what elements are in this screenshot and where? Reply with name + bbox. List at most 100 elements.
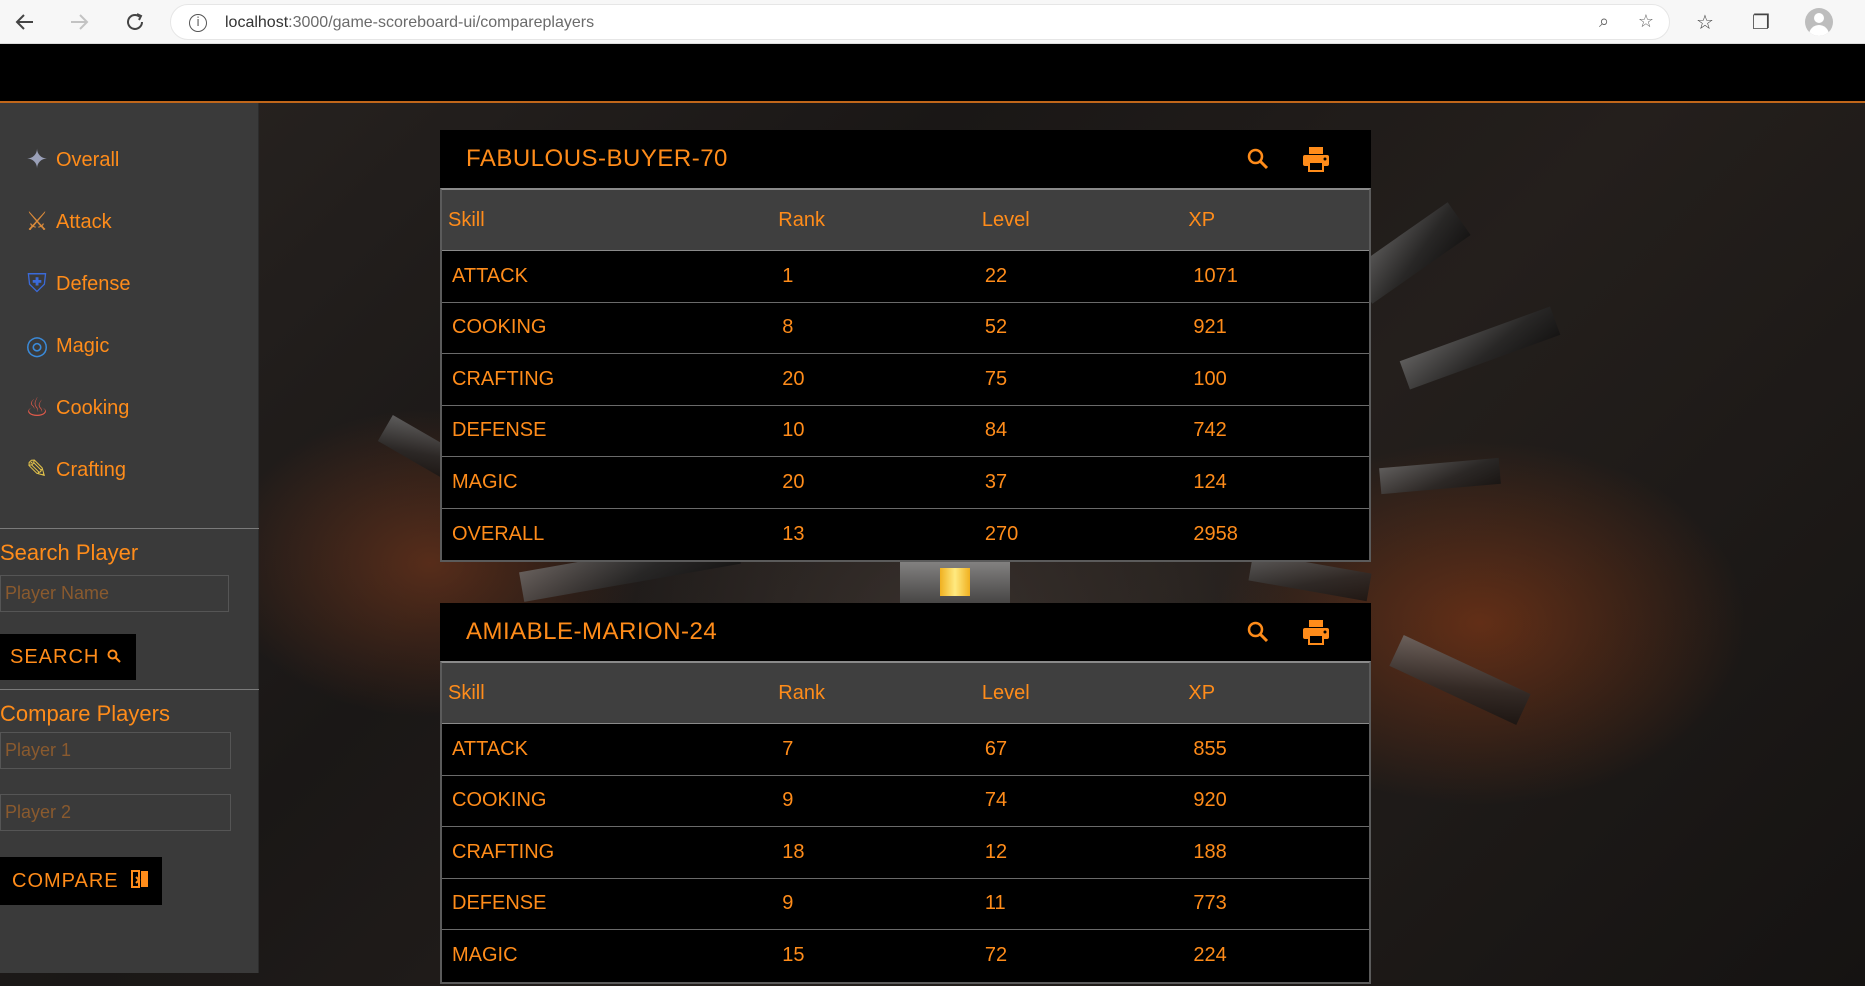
- table-cell: 12: [984, 840, 1008, 863]
- table-cell: 22: [984, 264, 1008, 287]
- back-button[interactable]: [8, 8, 42, 36]
- sidebar-item-defense[interactable]: ⛨ Defense: [18, 261, 248, 307]
- profile-avatar[interactable]: [1805, 8, 1833, 36]
- favorite-add-icon[interactable]: ☆: [1633, 11, 1659, 35]
- table-cell: 742: [1193, 419, 1227, 442]
- table-cell: 75: [984, 367, 1008, 390]
- reload-button[interactable]: [118, 8, 152, 36]
- cooking-icon: ♨: [25, 393, 49, 423]
- search-icon[interactable]: [1243, 144, 1273, 174]
- logo-glow: [940, 568, 970, 596]
- sidebar-item-label: Overall: [56, 148, 120, 171]
- collections-icon[interactable]: ❐: [1748, 10, 1774, 34]
- table-cell: 921: [1193, 316, 1227, 339]
- table-cell: 11: [984, 892, 1006, 915]
- table-cell: 1071: [1193, 264, 1238, 287]
- search-icon: [107, 648, 122, 667]
- print-icon[interactable]: [1301, 144, 1331, 174]
- table-cell: ATTACK: [452, 737, 528, 760]
- column-header-rank: Rank: [778, 681, 825, 704]
- attack-icon: ⚔: [25, 207, 49, 237]
- sidebar-item-label: Cooking: [56, 396, 130, 419]
- player-panel: FABULOUS-BUYER-70 Skill Rank Level XP ATTACK 1…: [440, 130, 1371, 562]
- table-cell: 7: [782, 737, 794, 760]
- table-cell: OVERALL: [452, 522, 545, 545]
- table-cell: 920: [1193, 789, 1227, 812]
- crafting-icon: ✎: [26, 455, 48, 485]
- app-header: [0, 44, 1865, 103]
- table-cell: CRAFTING: [452, 840, 555, 863]
- table-cell: CRAFTING: [452, 367, 555, 390]
- player2-input[interactable]: [0, 794, 231, 831]
- column-header-xp: XP: [1188, 681, 1216, 704]
- column-header-level: Level: [981, 208, 1030, 231]
- search-icon[interactable]: [1243, 617, 1273, 647]
- table-row: DEFENSE 10 84 742: [442, 405, 1369, 457]
- sidebar-item-attack[interactable]: ⚔ Attack: [18, 199, 248, 245]
- table-row: COOKING 9 74 920: [442, 775, 1369, 827]
- table-cell: 37: [984, 470, 1008, 493]
- browser-toolbar: i localhost:3000/game-scoreboard-ui/comp…: [0, 0, 1865, 44]
- info-icon[interactable]: i: [189, 14, 207, 32]
- table-header: Skill Rank Level XP: [442, 190, 1369, 251]
- table-cell: 9: [782, 789, 794, 812]
- table-cell: 773: [1193, 892, 1227, 915]
- table-cell: 1: [782, 264, 794, 287]
- table-cell: MAGIC: [452, 470, 518, 493]
- table-cell: 72: [984, 944, 1008, 967]
- table-cell: DEFENSE: [452, 892, 547, 915]
- print-icon[interactable]: [1301, 617, 1331, 647]
- table-row: OVERALL 13 270 2958: [442, 508, 1369, 560]
- compare-button-label: COMPARE: [12, 869, 119, 892]
- defense-icon: ⛨: [27, 268, 47, 299]
- url-text: localhost:3000/game-scoreboard-ui/compar…: [225, 14, 595, 31]
- compare-button[interactable]: COMPARE: [0, 857, 162, 905]
- table-cell: 13: [782, 522, 805, 545]
- player-panel-header: AMIABLE-MARION-24: [440, 603, 1371, 661]
- table-cell: 855: [1193, 737, 1227, 760]
- table-cell: 20: [782, 470, 805, 493]
- search-button-label: SEARCH: [10, 645, 100, 668]
- table-cell: 18: [782, 840, 805, 863]
- sidebar-item-crafting[interactable]: ✎ Crafting: [18, 447, 248, 493]
- sidebar-item-magic[interactable]: ◎ Magic: [18, 323, 248, 369]
- column-header-level: Level: [981, 681, 1030, 704]
- overall-icon: ✦: [26, 145, 48, 175]
- sidebar-item-cooking[interactable]: ♨ Cooking: [18, 385, 248, 431]
- forward-button[interactable]: [62, 8, 96, 36]
- column-header-xp: XP: [1188, 208, 1216, 231]
- favorites-icon[interactable]: ☆: [1692, 10, 1718, 34]
- search-button[interactable]: SEARCH: [0, 634, 136, 680]
- table-cell: 124: [1193, 470, 1227, 493]
- table-row: ATTACK 7 67 855: [442, 724, 1369, 776]
- player1-input[interactable]: [0, 732, 231, 769]
- search-heading: Search Player: [0, 540, 139, 565]
- table-cell: 224: [1193, 944, 1227, 967]
- sidebar-item-label: Magic: [56, 334, 110, 357]
- table-cell: 2958: [1193, 522, 1238, 545]
- address-bar[interactable]: i localhost:3000/game-scoreboard-ui/comp…: [170, 4, 1670, 40]
- magic-icon: ◎: [25, 331, 49, 361]
- table-cell: 270: [984, 522, 1019, 545]
- sidebar-item-overall[interactable]: ✦ Overall: [18, 137, 248, 183]
- sidebar-item-label: Crafting: [56, 458, 127, 481]
- skills-table: Skill Rank Level XP ATTACK 1 22 1071 COOKING 8 52 9…: [440, 188, 1371, 562]
- sidebar: ✦ Overall ⚔ Attack ⛨ Defense ◎ Magic ♨ Cooking ✎ Cr…: [0, 103, 259, 973]
- arrow-left-icon: [15, 14, 33, 30]
- player-name-input[interactable]: [0, 575, 229, 612]
- player-name: FABULOUS-BUYER-70: [466, 145, 728, 172]
- sidebar-divider: [0, 528, 259, 529]
- table-cell: DEFENSE: [452, 419, 547, 442]
- table-row: MAGIC 20 37 124: [442, 457, 1369, 509]
- table-row: DEFENSE 9 11 773: [442, 878, 1369, 930]
- column-header-skill: Skill: [448, 208, 485, 231]
- sidebar-item-label: Attack: [56, 210, 112, 233]
- table-cell: 9: [782, 892, 794, 915]
- zoom-icon[interactable]: ⌕: [1591, 11, 1617, 35]
- table-cell: 100: [1193, 367, 1227, 390]
- table-row: MAGIC 15 72 224: [442, 930, 1369, 982]
- player-panel: AMIABLE-MARION-24 Skill Rank Level XP ATTACK 7…: [440, 603, 1371, 984]
- table-cell: 188: [1193, 840, 1227, 863]
- table-cell: 8: [782, 316, 794, 339]
- compare-icon: [130, 869, 149, 893]
